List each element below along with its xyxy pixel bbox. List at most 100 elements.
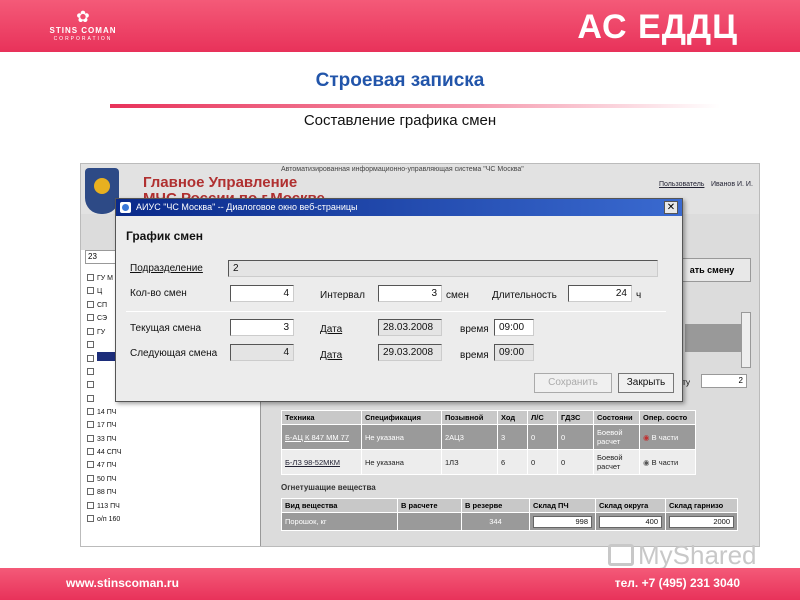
current-date-label[interactable]: Дата [320,324,342,335]
current-time-field[interactable]: 09:00 [494,319,534,336]
folder-icon[interactable] [87,381,94,389]
list-scrollbar[interactable] [741,312,751,368]
slide-footer-bar: www.stinscoman.ru тел. +7 (495) 231 3040 [0,568,800,600]
column-header[interactable]: Склад гарнизо [665,498,738,513]
table-cell-call: 2АЦ3 [441,424,498,450]
tree-item-label [97,352,117,362]
expand-icon[interactable] [87,327,94,335]
folder-icon[interactable] [87,434,94,442]
table-cell-garn: 2000 [665,512,738,531]
tree-item[interactable]: 14 ПЧ [87,406,121,419]
interval-field[interactable]: 3 [378,285,442,302]
ie-window-icon [120,202,131,213]
radio-icon[interactable]: ◉ [643,433,652,442]
next-time-field[interactable]: 09:00 [494,344,534,361]
tree-item-label: 113 ПЧ [97,502,120,510]
tree-item[interactable]: 113 ПЧ [87,500,121,513]
folder-icon[interactable] [87,355,94,363]
dialog-title: АИУС "ЧС Москва" -- Диалоговое окно веб-… [136,202,358,212]
folder-icon[interactable] [87,394,94,402]
table-cell-pch: 998 [529,512,596,531]
column-header[interactable]: Спецификация [361,410,442,425]
tech-link[interactable]: Б-АЦ К 847 ММ 77 [285,433,349,442]
folder-icon[interactable] [87,367,94,375]
folder-icon[interactable] [87,340,94,348]
tree-item-label: 14 ПЧ [97,408,117,416]
next-shift-field[interactable]: 4 [230,344,294,361]
column-header[interactable]: Л/С [527,410,558,425]
column-header[interactable]: Вид вещества [281,498,398,513]
duration-label: Длительность [492,290,557,301]
table-row[interactable]: Порошок, кг 344 998 400 2000 [281,512,738,531]
current-shift-field[interactable]: 3 [230,319,294,336]
folder-icon[interactable] [87,407,94,415]
user-link[interactable]: Пользователь [659,181,704,188]
tree-item-label: 17 ПЧ [97,422,117,430]
folder-icon[interactable] [87,421,94,429]
next-date-label[interactable]: Дата [320,350,342,361]
folder-icon[interactable] [87,448,94,456]
radio-icon[interactable]: ◉ [643,458,652,467]
close-button[interactable]: Закрыть [618,373,674,393]
subdivision-field[interactable]: 2 [228,260,658,277]
list-selection [685,324,741,352]
tree-item[interactable]: о/п 160 [87,513,121,526]
system-name: Автоматизированная информационно-управля… [281,166,524,173]
stock-input[interactable]: 998 [533,515,592,528]
tree-item[interactable]: 17 ПЧ [87,419,121,432]
next-date-field[interactable]: 29.03.2008 [378,344,442,361]
slide-title: Строевая записка [315,70,485,91]
table-cell-state: Боевой расчет [593,424,640,450]
folder-icon[interactable] [87,488,94,496]
tree-item-label: 33 ПЧ [97,435,117,443]
column-header[interactable]: Состояни [593,410,640,425]
expand-icon[interactable] [87,314,94,322]
interval-label: Интервал [320,290,365,301]
current-date-field[interactable]: 28.03.2008 [378,319,442,336]
tree-item[interactable]: 47 ПЧ [87,459,121,472]
tree-item[interactable]: 44 СПЧ [87,446,121,459]
tree-item[interactable]: 50 ПЧ [87,473,121,486]
column-header[interactable]: Позывной [441,410,498,425]
column-header[interactable]: Опер. состо [639,410,696,425]
logo-corp: CORPORATION [53,36,113,42]
subdivision-label[interactable]: Подразделение [130,263,203,274]
folder-icon[interactable] [87,474,94,482]
tree-item-label: Ц [97,288,103,296]
table-cell-state: Боевой расчет [593,449,640,475]
expand-icon[interactable] [87,300,94,308]
tree-item[interactable]: 88 ПЧ [87,486,121,499]
dialog-titlebar[interactable]: АИУС "ЧС Москва" -- Диалоговое окно веб-… [116,199,682,216]
column-header[interactable]: ГДЗС [557,410,594,425]
tree-item[interactable]: 33 ПЧ [87,433,121,446]
shift-button[interactable]: ать смену [673,258,751,282]
expand-icon[interactable] [87,287,94,295]
next-time-label: время [460,350,489,361]
user-name: Иванов И. И. [711,181,753,188]
folder-icon[interactable] [87,501,94,509]
shifts-count-field[interactable]: 4 [230,285,294,302]
table-cell-gdzs: 0 [557,449,594,475]
tech-link[interactable]: Б-ЛЗ 98-52МКМ [285,458,340,467]
expand-icon[interactable] [87,274,94,281]
stock-input[interactable]: 400 [599,515,662,528]
table-cell-spec: Не указана [361,449,442,475]
duration-field[interactable]: 24 [568,285,632,302]
close-icon[interactable]: ✕ [664,201,678,214]
count-field[interactable]: 2 [701,374,747,388]
column-header[interactable]: Ход [497,410,528,425]
table-row[interactable]: Б-ЛЗ 98-52МКМ Не указана 1ЛЗ 6 0 0 Боевой расч… [281,449,696,475]
table-row[interactable]: Б-АЦ К 847 ММ 77 Не указана 2АЦ3 3 0 0 Боевой … [281,424,696,450]
column-header[interactable]: Техника [281,410,362,425]
current-shift-label: Текущая смена [130,323,202,334]
column-header[interactable]: Склад округа [595,498,666,513]
column-header[interactable]: В расчете [397,498,462,513]
folder-icon[interactable] [87,515,94,523]
column-header[interactable]: Склад ПЧ [529,498,596,513]
stock-input[interactable]: 2000 [669,515,734,528]
folder-icon[interactable] [87,461,94,469]
footer-url[interactable]: www.stinscoman.ru [66,576,179,590]
save-button[interactable]: Сохранить [534,373,612,393]
dialog-separator [126,311,666,312]
column-header[interactable]: В резерве [461,498,530,513]
